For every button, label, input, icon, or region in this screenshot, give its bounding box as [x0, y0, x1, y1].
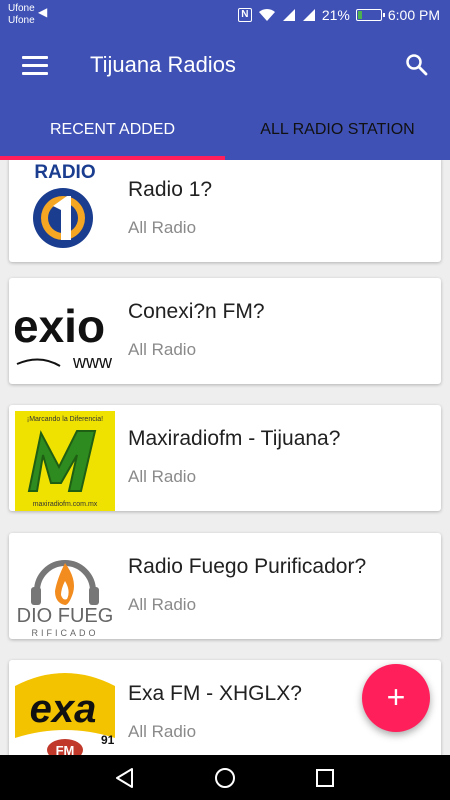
- battery-icon: [355, 9, 385, 21]
- radio-fuego-logo: DIO FUEG RIFICADO: [15, 539, 115, 639]
- status-bar: Ufone Ufone ◀ N 21% 6:00 PM: [0, 0, 450, 32]
- svg-text:www: www: [72, 352, 113, 372]
- exa-fm-logo: exa FM 91: [15, 666, 115, 755]
- carrier-2: Ufone: [8, 15, 35, 26]
- station-card[interactable]: ¡Marcando la Diferencia! maxiradiofm.com…: [9, 405, 441, 511]
- data-arrow-icon: ◀: [38, 5, 48, 19]
- radio-1-logo: RADIO: [15, 162, 115, 262]
- station-card[interactable]: exio www Conexi?n FM? All Radio: [9, 278, 441, 384]
- clock: 6:00 PM: [387, 7, 440, 23]
- search-icon[interactable]: [404, 52, 428, 76]
- system-nav-bar: [0, 755, 450, 800]
- battery-fill: [357, 11, 362, 19]
- status-icons: N 21% 6:00 PM: [237, 7, 440, 23]
- maxiradio-logo: ¡Marcando la Diferencia! maxiradiofm.com…: [15, 411, 115, 511]
- radio-fuego-logo-text: DIO FUEG: [17, 605, 114, 627]
- tab-all-radio-station[interactable]: ALL RADIO STATION: [225, 100, 450, 160]
- svg-text:maxiradiofm.com.mx: maxiradiofm.com.mx: [33, 501, 98, 508]
- station-card[interactable]: DIO FUEG RIFICADO Radio Fuego Purificado…: [9, 533, 441, 639]
- add-fab-button[interactable]: +: [362, 664, 430, 732]
- station-title: Maxiradiofm - Tijuana?: [128, 427, 341, 450]
- svg-text:RIFICADO: RIFICADO: [31, 628, 98, 638]
- station-title: Exa FM - XHGLX?: [128, 682, 302, 705]
- exa-fm-logo-text: exa: [30, 687, 97, 731]
- app-bar: Tijuana Radios: [0, 32, 450, 100]
- tab-label: ALL RADIO STATION: [260, 121, 415, 138]
- station-title: Radio Fuego Purificador?: [128, 555, 367, 578]
- station-subtitle: All Radio: [128, 340, 197, 359]
- station-subtitle: All Radio: [128, 467, 197, 486]
- station-card[interactable]: RADIO Radio 1? All Radio: [9, 160, 441, 262]
- app-title: Tijuana Radios: [90, 52, 236, 77]
- nfc-icon: N: [237, 8, 252, 22]
- battery-percent: 21%: [321, 7, 350, 23]
- svg-text:91: 91: [101, 733, 115, 747]
- menu-icon[interactable]: [22, 56, 48, 76]
- radio-1-logo-text: RADIO: [34, 162, 95, 183]
- station-subtitle: All Radio: [128, 218, 197, 237]
- station-subtitle: All Radio: [128, 722, 197, 741]
- carrier-1: Ufone: [8, 3, 35, 14]
- wifi-icon: [258, 8, 275, 21]
- tab-bar: RECENT ADDED ALL RADIO STATION: [0, 100, 450, 160]
- signal-icon-1: [282, 9, 295, 21]
- svg-text:FM: FM: [56, 743, 75, 755]
- station-title: Radio 1?: [128, 178, 213, 201]
- recents-icon[interactable]: [312, 765, 338, 791]
- tab-label: RECENT ADDED: [49, 121, 176, 138]
- conexion-fm-logo: exio www: [15, 284, 115, 384]
- back-icon[interactable]: [112, 765, 138, 791]
- maxiradio-slogan: ¡Marcando la Diferencia!: [27, 416, 103, 423]
- station-title: Conexi?n FM?: [128, 300, 265, 323]
- station-subtitle: All Radio: [128, 595, 197, 614]
- carrier-labels: Ufone Ufone: [8, 3, 35, 27]
- tab-recent-added[interactable]: RECENT ADDED: [0, 100, 225, 160]
- conexion-fm-logo-text: exio: [15, 300, 105, 352]
- home-icon[interactable]: [212, 765, 238, 791]
- signal-icon-2: [302, 9, 315, 21]
